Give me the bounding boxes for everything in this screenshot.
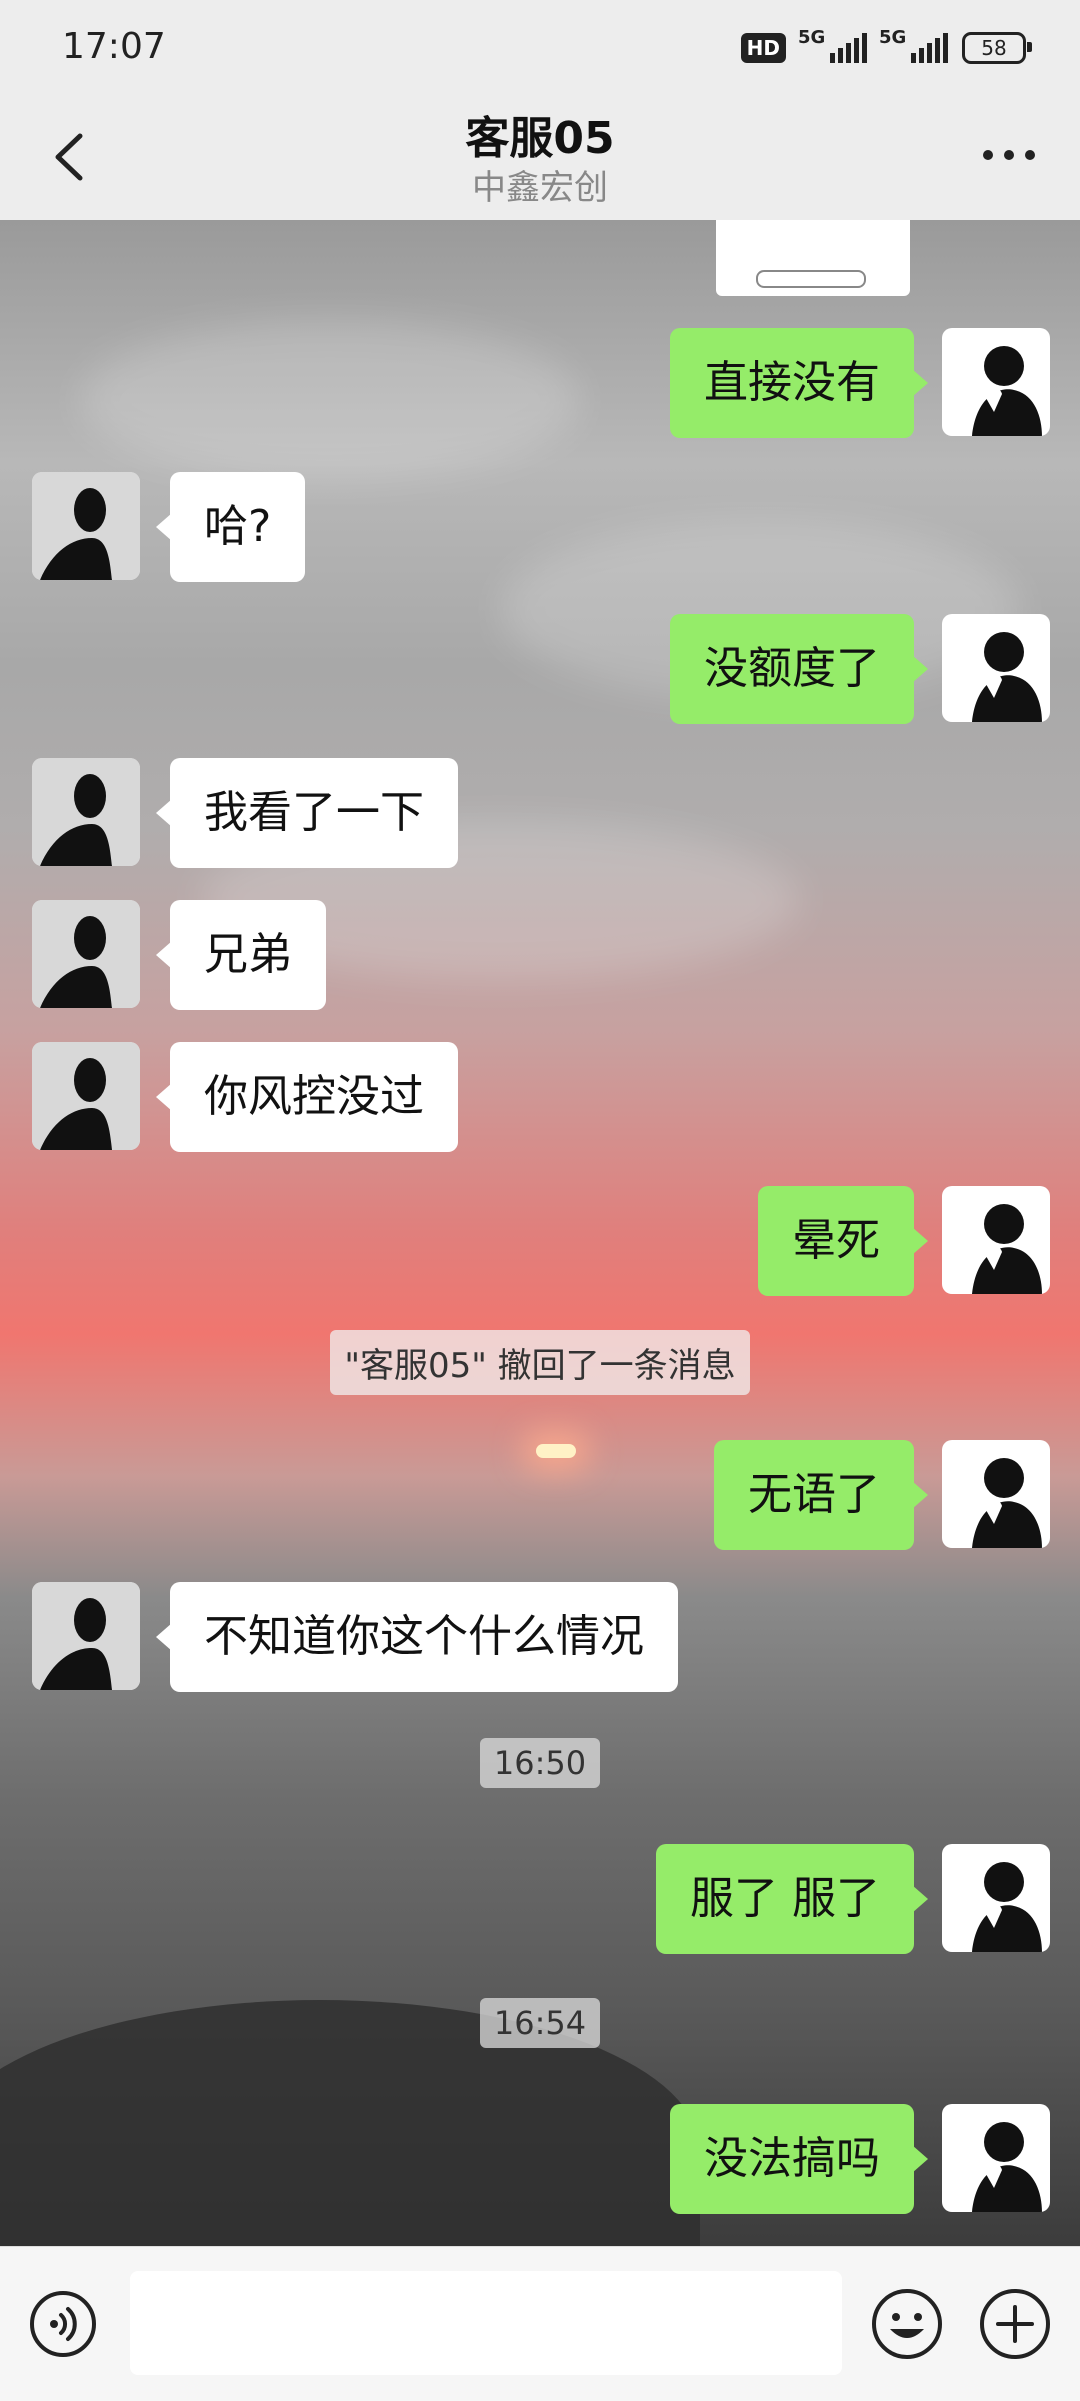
my-message-bubble[interactable]: 没额度了	[670, 614, 928, 724]
status-time: 17:07	[62, 26, 166, 67]
message-row: 你风控没过	[0, 1042, 1080, 1152]
my-avatar[interactable]	[942, 1844, 1050, 1952]
contact-message-bubble[interactable]: 哈?	[155, 472, 306, 582]
hd-icon: HD	[740, 33, 786, 63]
contact-avatar[interactable]	[32, 472, 140, 580]
my-avatar[interactable]	[942, 1440, 1050, 1548]
chat-title: 客服05	[465, 113, 615, 164]
chat-area[interactable]: 直接没有 哈? 没额度了 我看了一下 兄弟 你风控没过 晕死 "客服05" 撤回…	[0, 220, 1080, 2246]
message-row: 兄弟	[0, 900, 1080, 1010]
timestamp: 16:50	[0, 1738, 1080, 1788]
message-row: 我看了一下	[0, 758, 1080, 868]
contact-message-bubble[interactable]: 我看了一下	[156, 758, 458, 868]
message-row: 服了 服了	[0, 1844, 1080, 1954]
my-message-bubble[interactable]: 晕死	[758, 1186, 928, 1296]
network-type-label-2: 5G	[879, 27, 907, 48]
message-row: 直接没有	[0, 328, 1080, 438]
my-avatar[interactable]	[942, 614, 1050, 722]
network-type-label: 5G	[798, 27, 826, 48]
chat-subtitle: 中鑫宏创	[472, 168, 608, 208]
emoji-icon[interactable]	[870, 2287, 944, 2361]
contact-avatar[interactable]	[32, 900, 140, 1008]
message-row: 没法搞吗	[0, 2104, 1080, 2214]
contact-avatar[interactable]	[32, 758, 140, 866]
message-row: 晕死	[0, 1186, 1080, 1296]
status-bar: 17:07 HD 5G 5G 58	[0, 0, 1080, 96]
timestamp-text: 16:54	[479, 1998, 601, 2048]
my-avatar[interactable]	[942, 1186, 1050, 1294]
contact-avatar[interactable]	[32, 1582, 140, 1690]
message-row: 哈?	[0, 472, 1080, 582]
message-row: 无语了	[0, 1440, 1080, 1550]
status-icons: HD 5G 5G 58	[740, 27, 1032, 64]
my-avatar[interactable]	[942, 2104, 1050, 2212]
recall-notice: "客服05" 撤回了一条消息	[0, 1330, 1080, 1395]
signal-icon-2: 5G	[879, 27, 948, 63]
more-dots-icon[interactable]	[974, 130, 1044, 180]
recall-notice-text: "客服05" 撤回了一条消息	[330, 1330, 750, 1395]
my-message-bubble[interactable]: 服了 服了	[656, 1844, 928, 1954]
message-input[interactable]	[130, 2271, 842, 2375]
my-message-bubble[interactable]: 无语了	[714, 1440, 928, 1550]
signal-icon: 5G	[798, 27, 867, 63]
input-bar	[0, 2246, 1080, 2401]
my-message-bubble[interactable]: 没法搞吗	[670, 2104, 928, 2214]
message-row: 不知道你这个什么情况	[0, 1582, 1080, 1692]
image-message-thumbnail[interactable]	[716, 220, 910, 296]
voice-icon[interactable]	[28, 2289, 98, 2359]
contact-avatar[interactable]	[32, 1042, 140, 1150]
plus-icon[interactable]	[978, 2287, 1052, 2361]
nav-bar: 客服05 中鑫宏创	[0, 96, 1080, 220]
contact-message-bubble[interactable]: 你风控没过	[156, 1042, 458, 1152]
timestamp: 16:54	[0, 1998, 1080, 2048]
battery-level: 58	[981, 36, 1007, 60]
contact-message-bubble[interactable]: 兄弟	[156, 900, 326, 1010]
battery-icon: 58	[962, 32, 1032, 64]
message-row: 没额度了	[0, 614, 1080, 724]
timestamp-text: 16:50	[479, 1738, 601, 1788]
my-message-bubble[interactable]: 直接没有	[670, 328, 928, 438]
contact-message-bubble[interactable]: 不知道你这个什么情况	[156, 1582, 678, 1692]
my-avatar[interactable]	[942, 328, 1050, 436]
